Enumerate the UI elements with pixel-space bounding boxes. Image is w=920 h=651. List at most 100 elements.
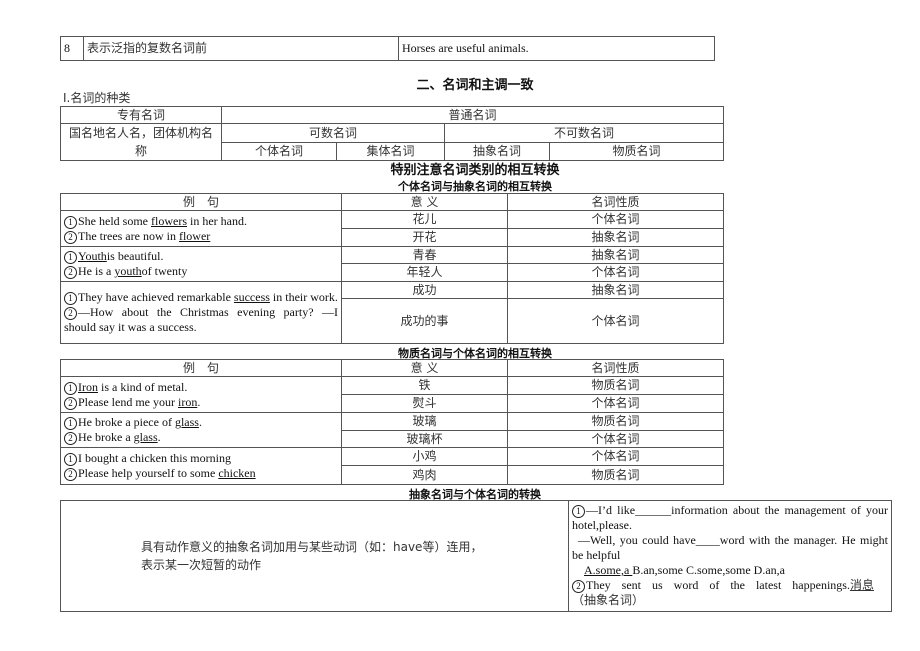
header-example: 例 句 xyxy=(60,359,342,377)
subsection-title: I.名词的种类 xyxy=(63,91,131,105)
meaning: 成功 xyxy=(341,281,508,299)
sentence-text: —How about the Christmas evening party? … xyxy=(64,305,338,334)
underlined-noun: flowers xyxy=(151,213,187,228)
example-sentences: 1 He broke a piece of glass. 2 He broke a g… xyxy=(60,412,342,448)
example-sentence: 1 He broke a piece of glass. xyxy=(64,415,338,430)
sentence-text: of twenty xyxy=(141,264,188,278)
noun-nature: 物质名词 xyxy=(507,465,724,485)
countable-noun: 可数名词 xyxy=(221,122,445,144)
question-2: 2 They sent us word of the latest happeni… xyxy=(572,578,888,593)
meaning: 熨斗 xyxy=(341,394,508,413)
underlined-noun: chicken xyxy=(218,466,256,480)
circled-number: 1 xyxy=(64,251,77,264)
circled-number: 2 xyxy=(572,580,585,593)
circled-number: 1 xyxy=(64,292,77,305)
answer-options: B.an,some C.some,some D.an,a xyxy=(632,563,785,577)
underlined-noun: youth xyxy=(114,264,142,278)
example-sentence: 1 She held some flowers in her hand. xyxy=(64,214,338,229)
underlined-noun: success xyxy=(233,290,270,304)
noun-nature: 物质名词 xyxy=(507,376,724,395)
usage-description: 表示泛指的复数名词前 xyxy=(83,36,399,61)
example-sentence: 2 He is a youthof twenty xyxy=(64,264,338,279)
noun-nature: 个体名词 xyxy=(507,263,724,282)
example-sentence: 1I bought a chicken this morning xyxy=(64,451,338,466)
header-meaning: 意 义 xyxy=(341,359,508,377)
note-title: 特别注意名词类别的相互转换 xyxy=(390,163,560,178)
question-1: 1 —I’d like______information about the ma… xyxy=(572,503,888,533)
noun-nature: 抽象名词 xyxy=(507,281,724,299)
meaning: 成功的事 xyxy=(341,298,508,344)
table-row: 1I bought a chicken this morning 2 Please … xyxy=(60,447,724,485)
question-1-line-2: —Well, you could have____word with the m… xyxy=(572,533,888,562)
example-sentences: 1 Iron is a kind of metal. 2 Please lend me… xyxy=(60,376,342,413)
question-2-meaning: 消息 xyxy=(849,578,874,592)
sentence-text: The trees are now in xyxy=(78,228,179,243)
sentence-text: I bought a chicken this morning xyxy=(78,451,231,465)
circled-number: 1 xyxy=(572,505,585,518)
circled-number: 1 xyxy=(64,381,77,395)
sentence-text: They have achieved remarkable xyxy=(78,290,234,304)
table-row: 1 Youthis beautiful. 2 He is a youthof twen… xyxy=(60,246,724,282)
sentence-text: He broke a xyxy=(78,430,134,444)
circled-number: 2 xyxy=(64,468,77,481)
document-page: 8 表示泛指的复数名词前 Horses are useful animals. … xyxy=(0,0,920,651)
common-noun: 普通名词 xyxy=(221,106,724,124)
noun-nature: 抽象名词 xyxy=(507,228,724,247)
example-sentence: 2 The trees are now in flower xyxy=(64,229,338,244)
example-sentences: 1 They have achieved remarkable success i… xyxy=(60,281,342,344)
noun-nature: 个体名词 xyxy=(507,298,724,344)
header-nature: 名词性质 xyxy=(507,193,724,211)
example-sentence: 1 They have achieved remarkable success i… xyxy=(64,290,338,305)
sentence-text: . xyxy=(198,415,202,429)
example-sentence: 2 Please lend me your iron. xyxy=(64,395,338,410)
sentence-text: He broke a piece of xyxy=(78,415,175,429)
example-sentence: 1 Iron is a kind of metal. xyxy=(64,380,338,395)
table-row: 1 He broke a piece of glass. 2 He broke a g… xyxy=(60,412,724,448)
individual-abstract-table: 例 句意 义名词性质 1 She held some flowers in her … xyxy=(60,193,724,344)
noun-nature: 抽象名词 xyxy=(507,246,724,264)
sentence-text: . xyxy=(197,394,201,409)
meaning: 玻璃杯 xyxy=(341,430,508,448)
usage-example: Horses are useful animals. xyxy=(398,36,715,61)
row-number: 8 xyxy=(60,36,84,61)
underlined-noun: glass xyxy=(133,430,158,444)
meaning: 年轻人 xyxy=(341,263,508,282)
meaning: 小鸡 xyxy=(341,447,508,466)
example-sentences: 1 Youthis beautiful. 2 He is a youthof twen… xyxy=(60,246,342,282)
meaning: 玻璃 xyxy=(341,412,508,431)
sentence-text: . xyxy=(157,430,161,444)
circled-number: 2 xyxy=(64,266,77,279)
circled-number: 2 xyxy=(64,396,77,410)
sentence-text: in their work. xyxy=(269,290,338,304)
sentence-text: in her hand. xyxy=(187,213,247,228)
proper-noun: 专有名词 xyxy=(60,106,222,124)
noun-nature: 物质名词 xyxy=(507,412,724,431)
table-row: 1 She held some flowers in her hand. 2 The … xyxy=(60,210,724,247)
meaning: 花儿 xyxy=(341,210,508,229)
circled-number: 1 xyxy=(64,215,77,229)
noun-kinds-table: 专有名词 普通名词 国名地名人名，团体机构名称 可数名词 不可数名词 个体名词 … xyxy=(60,106,724,161)
sentence-text: Please help yourself to some xyxy=(78,466,219,480)
example-sentences: 1 She held some flowers in her hand. 2 The … xyxy=(60,210,342,247)
material-individual-table: 例 句意 义名词性质 1 Iron is a kind of metal. 2 Plea… xyxy=(60,359,724,485)
noun-nature: 个体名词 xyxy=(507,447,724,466)
sentence-text: is a kind of metal. xyxy=(98,379,188,394)
underlined-noun: flower xyxy=(178,228,211,243)
sentence-text: Please lend me your xyxy=(78,394,178,409)
circled-number: 2 xyxy=(64,432,77,445)
underlined-noun: glass xyxy=(174,415,199,429)
question-1-line-1: —I’d like______information about the man… xyxy=(572,503,888,532)
material-noun: 物质名词 xyxy=(549,142,724,161)
individual-noun: 个体名词 xyxy=(221,142,337,161)
example-sentence: 1 Youthis beautiful. xyxy=(64,249,338,264)
sentence-text: is beautiful. xyxy=(106,249,164,263)
circled-number: 2 xyxy=(64,230,77,244)
collective-noun: 集体名词 xyxy=(336,142,445,161)
noun-nature: 个体名词 xyxy=(507,210,724,229)
abstract-usage-desc: 具有动作意义的抽象名词加用与某些动词（如：have等）连用，表示某一次短暂的动作 xyxy=(60,500,569,612)
sentence-text: She held some xyxy=(78,213,151,228)
header-nature: 名词性质 xyxy=(507,359,724,377)
example-sentences: 1I bought a chicken this morning 2 Please … xyxy=(60,447,342,485)
example-sentence: 2 —How about the Christmas evening party?… xyxy=(64,305,338,335)
noun-nature: 个体名词 xyxy=(507,430,724,448)
